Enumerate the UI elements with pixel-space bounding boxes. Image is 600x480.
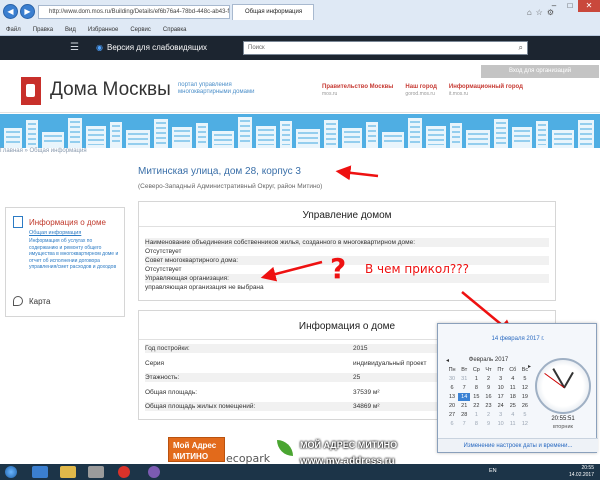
calendar-day[interactable]: 6	[446, 420, 458, 428]
calendar-day[interactable]: 13	[446, 393, 458, 401]
calendar-day[interactable]: 10	[495, 384, 507, 392]
calendar-day[interactable]: 10	[495, 420, 507, 428]
language-indicator[interactable]: EN	[489, 468, 497, 474]
calendar-day[interactable]: 26	[519, 402, 531, 410]
annotation-text: В чем прикол???	[365, 262, 470, 276]
calendar-day[interactable]: 8	[470, 420, 482, 428]
calendar-popup: 14 февраля 2017 г. ◂ Февраль 2017 ▸ Пн Вт…	[437, 323, 598, 453]
calendar-day[interactable]: 11	[507, 420, 519, 428]
calendar-day[interactable]: 19	[519, 393, 531, 401]
calendar-weekday-header: Вс	[521, 367, 529, 373]
watermark-logo-box: Мой Адрес МИТИНО	[168, 437, 225, 462]
calendar-weekday-header: Пт	[497, 367, 504, 373]
calendar-day[interactable]: 8	[470, 384, 482, 392]
explorer-taskbar-icon[interactable]	[60, 466, 76, 478]
opera-taskbar-icon[interactable]	[118, 466, 130, 478]
calendar-day[interactable]: 5	[519, 411, 531, 419]
calendar-day[interactable]: 3	[495, 375, 507, 383]
calendar-day[interactable]: 4	[507, 411, 519, 419]
annotation-question-mark: ?	[330, 252, 347, 285]
calendar-day[interactable]: 3	[495, 411, 507, 419]
calendar-day[interactable]: 7	[458, 384, 470, 392]
app-taskbar-icon[interactable]	[88, 466, 104, 478]
watermark-box-line1: Мой Адрес	[173, 441, 217, 450]
calendar-day[interactable]: 2	[482, 411, 494, 419]
calendar-weekday-header: Вт	[461, 367, 468, 373]
calendar-day[interactable]: 22	[470, 402, 482, 410]
clock-hour-hand	[563, 371, 574, 389]
arrow-to-management	[260, 260, 323, 282]
calendar-day[interactable]: 17	[495, 393, 507, 401]
calendar-day[interactable]: 18	[507, 393, 519, 401]
calendar-day[interactable]: 12	[519, 420, 531, 428]
calendar-day[interactable]: 12	[519, 384, 531, 392]
calendar-day[interactable]: 7	[458, 420, 470, 428]
calendar-day[interactable]: 1	[470, 411, 482, 419]
calendar-day[interactable]: 27	[446, 411, 458, 419]
calendar-weekday-header: Ср	[472, 367, 480, 373]
calendar-day[interactable]: 16	[482, 393, 494, 401]
date-time-settings-link[interactable]: Изменение настроек даты и времени...	[438, 438, 598, 452]
calendar-day[interactable]: 24	[495, 402, 507, 410]
calendar-grid: Пн Вт Ср Чт Пт Сб Вс 30 31 1 2 3 4 5 6 7 8 9 10 11 12 13 14 15 1…	[446, 366, 531, 428]
start-button[interactable]	[5, 466, 17, 478]
calendar-month-nav: ◂ Февраль 2017 ▸	[446, 357, 531, 370]
calendar-weekday: вторник	[553, 424, 573, 430]
calendar-day[interactable]: 4	[507, 375, 519, 383]
clock-second-hand	[544, 372, 565, 388]
tray-clock[interactable]: 20:55 14.02.2017	[569, 465, 594, 479]
calendar-day[interactable]: 9	[482, 420, 494, 428]
watermark-box-line2: МИТИНО	[173, 452, 209, 461]
prev-month-icon[interactable]: ◂	[446, 357, 449, 364]
calendar-day[interactable]: 28	[458, 411, 470, 419]
calendar-long-date[interactable]: 14 февраля 2017 г.	[438, 336, 598, 342]
calendar-time: 20:55:51	[551, 416, 575, 422]
calendar-weekday-header: Сб	[509, 367, 517, 373]
calendar-day[interactable]: 23	[482, 402, 494, 410]
calendar-weekday-header: Чт	[485, 367, 492, 373]
ie-taskbar-icon[interactable]	[32, 466, 48, 478]
calendar-day[interactable]: 30	[446, 375, 458, 383]
calendar-month-label[interactable]: Февраль 2017	[446, 357, 531, 363]
tray-date: 14.02.2017	[568, 472, 594, 478]
watermark-title: МОЙ АДРЕС МИТИНО	[300, 440, 398, 450]
calendar-day[interactable]: 14	[458, 393, 471, 401]
tray-time: 20:55	[581, 465, 594, 471]
calendar-day[interactable]: 11	[507, 384, 519, 392]
calendar-day[interactable]: 31	[458, 375, 470, 383]
calendar-day[interactable]: 25	[507, 402, 519, 410]
arrow-to-title	[335, 165, 379, 181]
calendar-day[interactable]: 5	[519, 375, 531, 383]
calendar-day[interactable]: 9	[482, 384, 494, 392]
analog-clock	[535, 358, 591, 414]
calendar-weekday-header: Пн	[448, 367, 456, 373]
calendar-day[interactable]: 20	[446, 402, 458, 410]
calendar-day[interactable]: 1	[470, 375, 482, 383]
calendar-day[interactable]: 2	[482, 375, 494, 383]
calendar-day[interactable]: 6	[446, 384, 458, 392]
calendar-day[interactable]: 15	[470, 393, 482, 401]
calendar-day[interactable]: 21	[458, 402, 470, 410]
viber-taskbar-icon[interactable]	[148, 466, 160, 478]
taskbar: EN 20:55 14.02.2017	[0, 464, 600, 480]
